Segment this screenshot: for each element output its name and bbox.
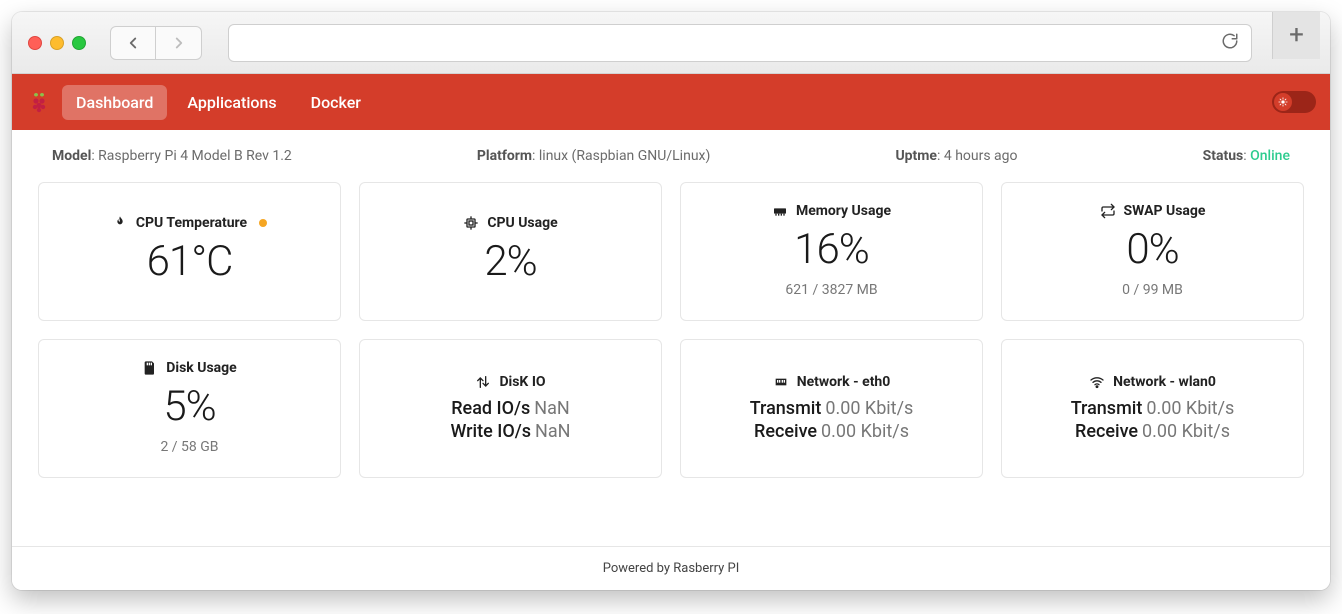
card-cpu-usage-value: 2% [484, 237, 536, 286]
new-tab-button[interactable]: + [1272, 12, 1320, 59]
cards-grid: CPU Temperature 61°C CPU Usage 2% [38, 182, 1304, 478]
diskio-read: Read IO/sNaN [451, 398, 570, 419]
info-model-value: : Raspberry Pi 4 Model B Rev 1.2 [91, 148, 291, 164]
card-cpu-temperature-title: CPU Temperature [136, 215, 247, 231]
card-network-eth0: Network - eth0 Transmit0.00 Kbit/s Recei… [680, 339, 983, 478]
tab-docker[interactable]: Docker [297, 85, 375, 120]
card-wlan0-title: Network - wlan0 [1113, 374, 1216, 390]
card-disk-title: Disk Usage [166, 360, 236, 376]
minimize-window-button[interactable] [50, 36, 64, 50]
card-memory-title: Memory Usage [796, 203, 891, 219]
info-platform-label: Platform [477, 148, 532, 164]
sun-icon [1274, 93, 1292, 111]
info-uptime: Uptme: 4 hours ago [895, 148, 1017, 164]
wlan0-tx: Transmit0.00 Kbit/s [1071, 398, 1235, 419]
swap-icon [1100, 203, 1116, 219]
card-network-wlan0: Network - wlan0 Transmit0.00 Kbit/s Rece… [1001, 339, 1304, 478]
footer: Powered by Rasberry PI [12, 546, 1330, 590]
footer-text: Powered by Rasberry PI [603, 561, 740, 576]
browser-titlebar: + [12, 12, 1330, 74]
card-disk-io: DisK IO Read IO/sNaN Write IO/sNaN [359, 339, 662, 478]
card-swap-sub: 0 / 99 MB [1122, 282, 1183, 298]
card-eth0-title: Network - eth0 [797, 374, 891, 390]
memory-icon [772, 203, 788, 219]
card-cpu-temperature: CPU Temperature 61°C [38, 182, 341, 321]
forward-button[interactable] [156, 26, 202, 60]
updown-icon [475, 374, 491, 390]
info-row: Model: Raspberry Pi 4 Model B Rev 1.2 Pl… [38, 148, 1304, 164]
window-controls [28, 36, 86, 50]
card-memory-sub: 621 / 3827 MB [785, 282, 877, 298]
back-button[interactable] [110, 26, 156, 60]
reload-icon[interactable] [1221, 32, 1239, 54]
info-model-label: Model [52, 148, 91, 164]
tab-applications[interactable]: Applications [173, 85, 290, 120]
wifi-icon [1089, 374, 1105, 390]
tab-dashboard[interactable]: Dashboard [62, 85, 167, 120]
card-cpu-temperature-value: 61°C [147, 237, 233, 286]
card-disk-sub: 2 / 58 GB [160, 439, 218, 455]
theme-toggle[interactable] [1272, 91, 1316, 113]
nav-tabs: Dashboard Applications Docker [62, 85, 375, 120]
card-cpu-usage-title: CPU Usage [487, 215, 557, 231]
info-platform-value: : linux (Raspbian GNU/Linux) [532, 148, 710, 164]
info-status: Status: Online [1203, 148, 1290, 164]
card-memory-value: 16% [794, 225, 869, 274]
card-diskio-title: DisK IO [499, 374, 545, 390]
card-disk-usage: Disk Usage 5% 2 / 58 GB [38, 339, 341, 478]
content-area: Model: Raspberry Pi 4 Model B Rev 1.2 Pl… [12, 130, 1330, 546]
flame-icon [112, 215, 128, 231]
raspberry-pi-logo-icon [26, 89, 52, 115]
cpu-icon [463, 215, 479, 231]
info-status-value: Online [1250, 148, 1290, 164]
close-window-button[interactable] [28, 36, 42, 50]
browser-nav-buttons [110, 26, 202, 60]
diskio-write: Write IO/sNaN [451, 421, 571, 442]
eth0-tx: Transmit0.00 Kbit/s [750, 398, 914, 419]
card-cpu-usage: CPU Usage 2% [359, 182, 662, 321]
info-uptime-label: Uptme [895, 148, 937, 164]
warning-dot-icon [259, 219, 267, 227]
card-memory-usage: Memory Usage 16% 621 / 3827 MB [680, 182, 983, 321]
info-uptime-value: : 4 hours ago [937, 148, 1018, 164]
card-disk-value: 5% [163, 382, 215, 431]
info-status-label: Status [1203, 148, 1244, 164]
card-swap-value: 0% [1126, 225, 1178, 274]
url-bar[interactable] [228, 24, 1252, 62]
wlan0-rx: Receive0.00 Kbit/s [1075, 421, 1230, 442]
maximize-window-button[interactable] [72, 36, 86, 50]
ethernet-icon [773, 374, 789, 390]
browser-window: + Dashboard Applications Docker [12, 12, 1330, 590]
app-header: Dashboard Applications Docker [12, 74, 1330, 130]
eth0-rx: Receive0.00 Kbit/s [754, 421, 909, 442]
info-model: Model: Raspberry Pi 4 Model B Rev 1.2 [52, 148, 292, 164]
sd-card-icon [142, 360, 158, 376]
info-platform: Platform: linux (Raspbian GNU/Linux) [477, 148, 710, 164]
card-swap-usage: SWAP Usage 0% 0 / 99 MB [1001, 182, 1304, 321]
card-swap-title: SWAP Usage [1124, 203, 1206, 219]
